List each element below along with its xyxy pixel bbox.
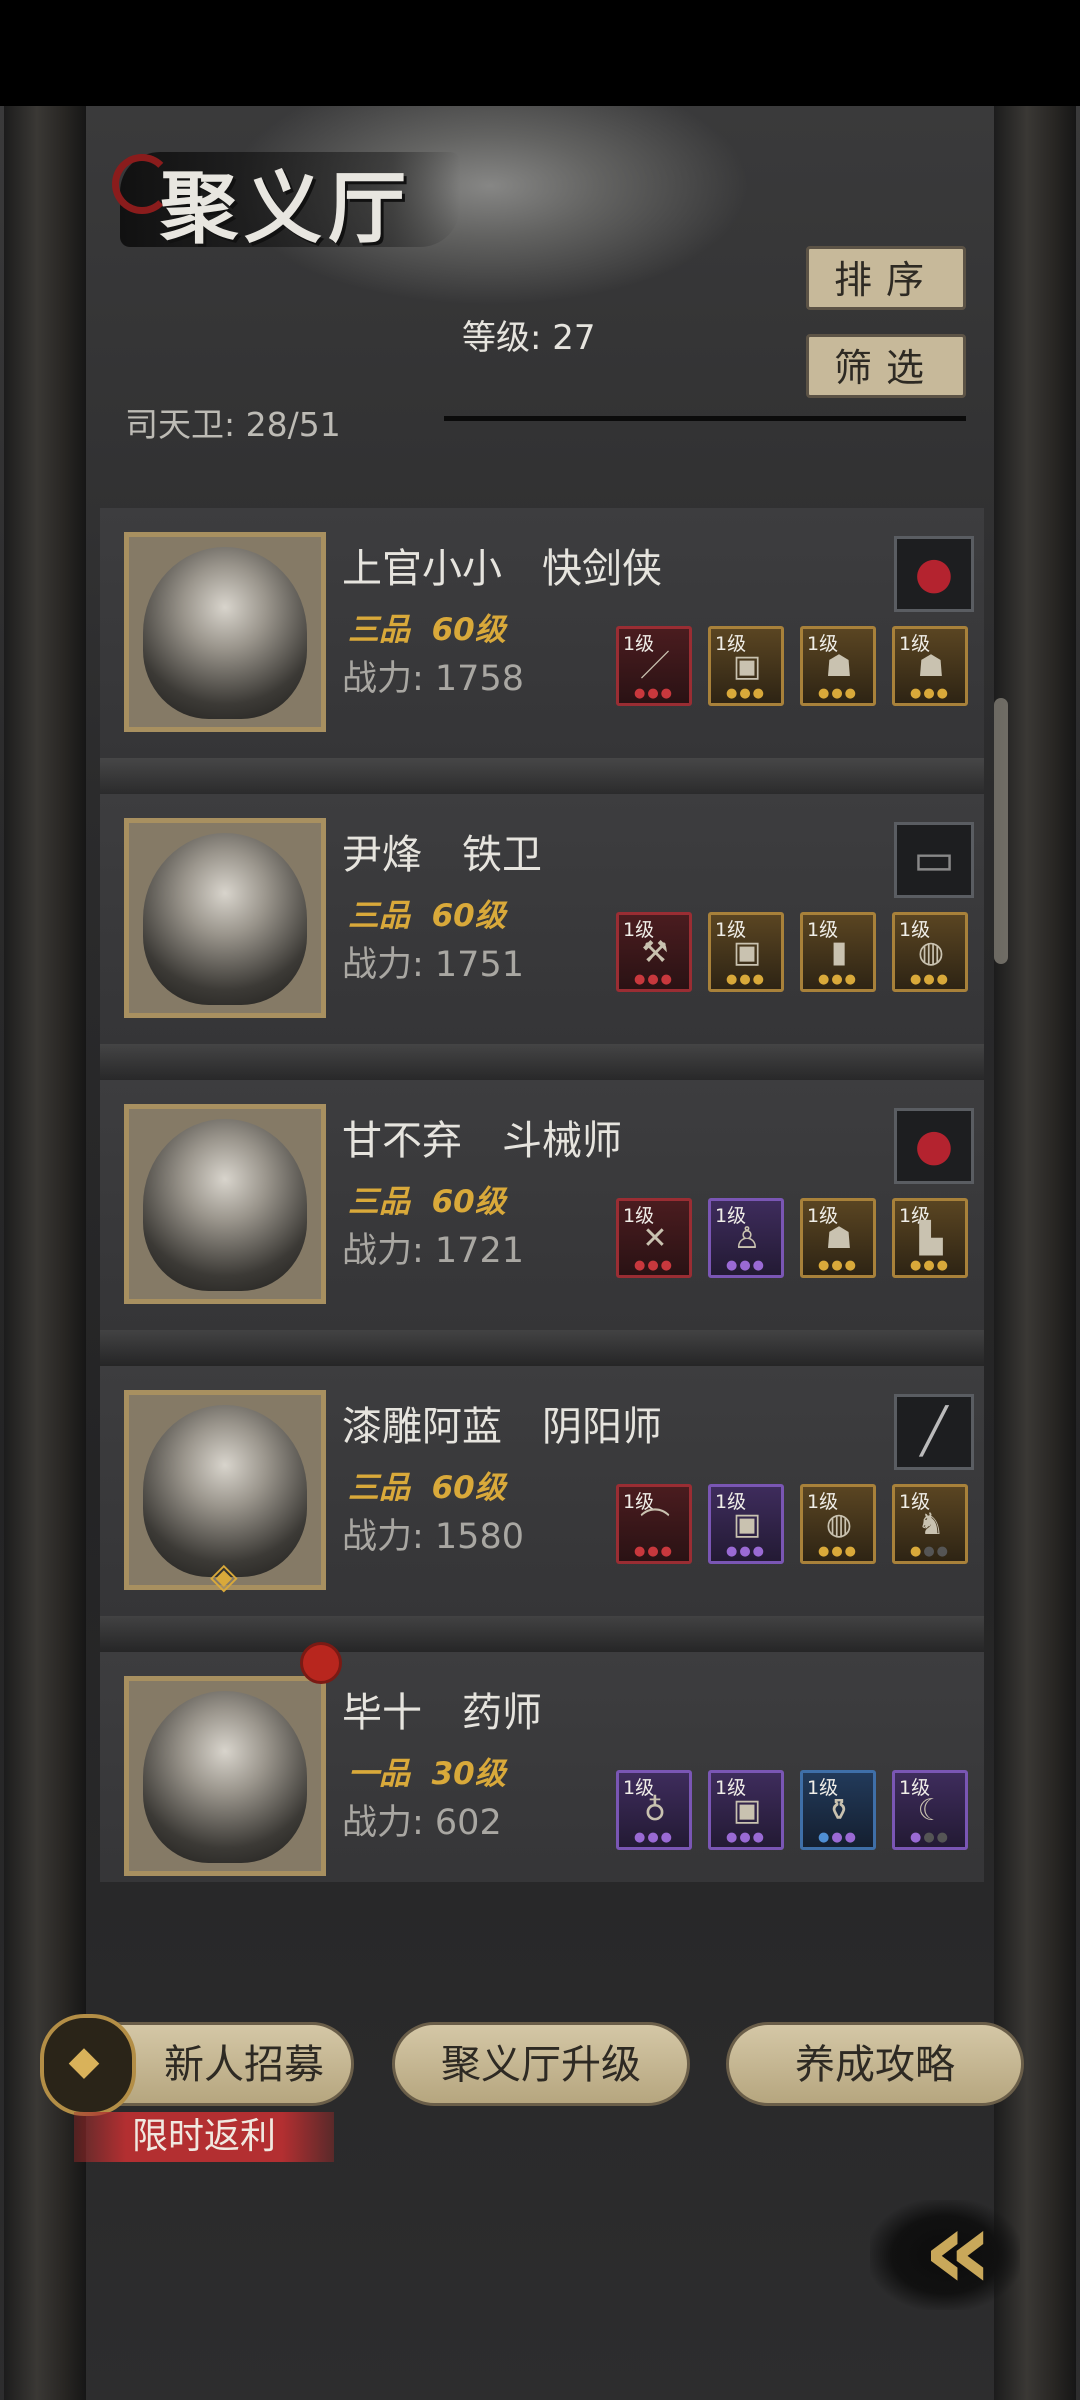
hall-title-banner: 聚义厅 bbox=[112, 132, 590, 254]
hero-card[interactable]: 尹烽 铁卫 三品 60级 战力: 1751 ▭ 1级 ⚒ ●●● 1级 ▣ ●●● 1级… bbox=[100, 794, 984, 1080]
back-button[interactable]: « bbox=[870, 2190, 1020, 2320]
gourd-icon: ♁ bbox=[644, 1793, 666, 1828]
equip-slot[interactable]: 1级 ▣ ●●● bbox=[708, 912, 784, 992]
equip-slot[interactable]: 1级 ⚱ ●●● bbox=[800, 1770, 876, 1850]
hero-portrait[interactable] bbox=[124, 1104, 326, 1304]
fan-icon: ⌒ bbox=[640, 1507, 670, 1542]
hero-card[interactable]: ◈ 漆雕阿蓝 阴阳师 三品 60级 战力: 1580 ╱ 1级 ⌒ ●●● 1级 ▣ ●… bbox=[100, 1366, 984, 1652]
sword-icon: ／ bbox=[640, 649, 670, 684]
equip-slot[interactable]: 1级 ☗ ●●● bbox=[800, 626, 876, 706]
armor-icon: ▣ bbox=[732, 935, 762, 970]
hero-portrait[interactable] bbox=[124, 818, 326, 1018]
red-cap-icon[interactable]: ● bbox=[894, 536, 974, 612]
hero-list[interactable]: 上官小小 快剑侠 三品 60级 战力: 1758 ● 1级／ ●●● 1级 ▣ ●●●… bbox=[100, 496, 984, 1882]
guard-count: 司天卫: 28/51 bbox=[125, 405, 341, 444]
equip-slot[interactable]: 1级 ✕ ●●● bbox=[616, 1198, 692, 1278]
equip-slot[interactable]: 1级 ◍ ●●● bbox=[892, 912, 968, 992]
crossbow-icon: ✕ bbox=[642, 1221, 668, 1256]
divider bbox=[444, 416, 966, 421]
hero-card[interactable]: 上官小小 快剑侠 三品 60级 战力: 1758 ● 1级／ ●●● 1级 ▣ ●●●… bbox=[100, 508, 984, 794]
double-chevron-left-icon: « bbox=[922, 2186, 993, 2314]
vest-icon: ▣ bbox=[732, 1507, 762, 1542]
beast-icon: ♞ bbox=[917, 1507, 945, 1542]
boots-icon: ▙ bbox=[919, 1221, 943, 1256]
equip-slot[interactable]: 1级 ☗ ●●● bbox=[800, 1198, 876, 1278]
limited-time-promo-badge[interactable]: 限时返利 bbox=[74, 2112, 334, 2162]
chest-icon[interactable]: ▭ bbox=[894, 822, 974, 898]
hero-rank: 三品 60级 bbox=[348, 1184, 506, 1220]
red-cap-icon[interactable]: ● bbox=[894, 1108, 974, 1184]
robe-icon: ♙ bbox=[733, 1221, 761, 1256]
hero-portrait[interactable] bbox=[124, 532, 326, 732]
notification-dot bbox=[300, 1642, 342, 1684]
hero-card[interactable]: 甘不弃 斗械师 三品 60级 战力: 1721 ● 1级 ✕ ●●● 1级 ♙ ●●● … bbox=[100, 1080, 984, 1366]
hero-card[interactable]: 毕十 药师 一品 30级 战力: 602 1级 ♁ ●●● 1级 ▣ ●●● 1级 ⚱ ●●… bbox=[100, 1642, 984, 1882]
hero-power: 战力: 1751 bbox=[342, 945, 524, 985]
equip-slot[interactable]: 1级 ♁ ●●● bbox=[616, 1770, 692, 1850]
equip-slot[interactable]: 1级 ▣ ●●● bbox=[708, 1484, 784, 1564]
training-guide-button[interactable]: 养成攻略 bbox=[726, 2022, 1024, 2106]
hero-power: 战力: 1721 bbox=[342, 1231, 524, 1271]
claw-icon: ☾ bbox=[917, 1793, 945, 1828]
equip-slot[interactable]: 1级 ▣ ●●● bbox=[708, 626, 784, 706]
armor-icon: ▣ bbox=[732, 649, 762, 684]
equip-slot[interactable]: 1级 ◍ ●●● bbox=[800, 1484, 876, 1564]
filter-button[interactable]: 筛选 bbox=[806, 334, 966, 398]
avatar bbox=[143, 1691, 307, 1863]
avatar bbox=[143, 1405, 307, 1577]
equip-slot[interactable]: 1级 ♞ ●●● bbox=[892, 1484, 968, 1564]
equip-slot[interactable]: 1级 ⚒ ●●● bbox=[616, 912, 692, 992]
vest-icon: ▣ bbox=[732, 1793, 762, 1828]
hero-power: 战力: 1580 bbox=[342, 1517, 524, 1557]
hall-upgrade-button[interactable]: 聚义厅升级 bbox=[392, 2022, 690, 2106]
page-title: 聚义厅 bbox=[160, 163, 413, 254]
hero-name: 漆雕阿蓝 阴阳师 bbox=[342, 1404, 662, 1450]
charm-icon: ◈ bbox=[210, 1556, 238, 1597]
equip-slot[interactable]: 1级 ▣ ●●● bbox=[708, 1770, 784, 1850]
equip-slot[interactable]: 1级 ▙ ●●● bbox=[892, 1198, 968, 1278]
hero-rank: 一品 30级 bbox=[348, 1756, 506, 1792]
mask-icon: ☗ bbox=[917, 649, 945, 684]
hero-rank: 三品 60级 bbox=[348, 898, 506, 934]
equip-slot[interactable]: 1级 ☗ ●●● bbox=[892, 626, 968, 706]
equip-slot[interactable]: 1级／ ●●● bbox=[616, 626, 692, 706]
needle-icon[interactable]: ╱ bbox=[894, 1394, 974, 1470]
hammer-icon: ⚒ bbox=[641, 935, 669, 970]
hero-power: 战力: 602 bbox=[342, 1803, 502, 1843]
equip-slot[interactable]: 1级 ▮ ●●● bbox=[800, 912, 876, 992]
pouch-icon: ◍ bbox=[917, 935, 945, 970]
mask-icon: ☗ bbox=[825, 1221, 853, 1256]
hero-name: 上官小小 快剑侠 bbox=[342, 546, 662, 592]
equip-slot[interactable]: 1级 ⌒ ●●● bbox=[616, 1484, 692, 1564]
equip-slot[interactable]: 1级 ♙ ●●● bbox=[708, 1198, 784, 1278]
hall-level: 等级: 27 bbox=[462, 318, 596, 358]
hero-rank: 三品 60级 bbox=[348, 612, 506, 648]
hero-rank: 三品 60级 bbox=[348, 1470, 506, 1506]
hero-name: 毕十 药师 bbox=[342, 1690, 542, 1736]
avatar bbox=[143, 1119, 307, 1291]
equip-slot[interactable]: 1级 ☾ ●●● bbox=[892, 1770, 968, 1850]
avatar bbox=[143, 547, 307, 719]
pot-icon: ⚱ bbox=[826, 1793, 852, 1828]
avatar bbox=[143, 833, 307, 1005]
sort-button[interactable]: 排序 bbox=[806, 246, 966, 310]
hero-name: 甘不弃 斗械师 bbox=[342, 1118, 622, 1164]
hero-name: 尹烽 铁卫 bbox=[342, 832, 542, 878]
pouch-icon: ◍ bbox=[825, 1507, 853, 1542]
hero-power: 战力: 1758 bbox=[342, 659, 524, 699]
list-scrollbar[interactable] bbox=[994, 698, 1008, 964]
mask-icon: ☗ bbox=[825, 649, 853, 684]
status-bar bbox=[0, 0, 1080, 106]
hero-portrait[interactable] bbox=[124, 1676, 326, 1876]
token-icon: ▮ bbox=[830, 935, 848, 970]
recruit-token-icon: ◆ bbox=[40, 2014, 136, 2116]
